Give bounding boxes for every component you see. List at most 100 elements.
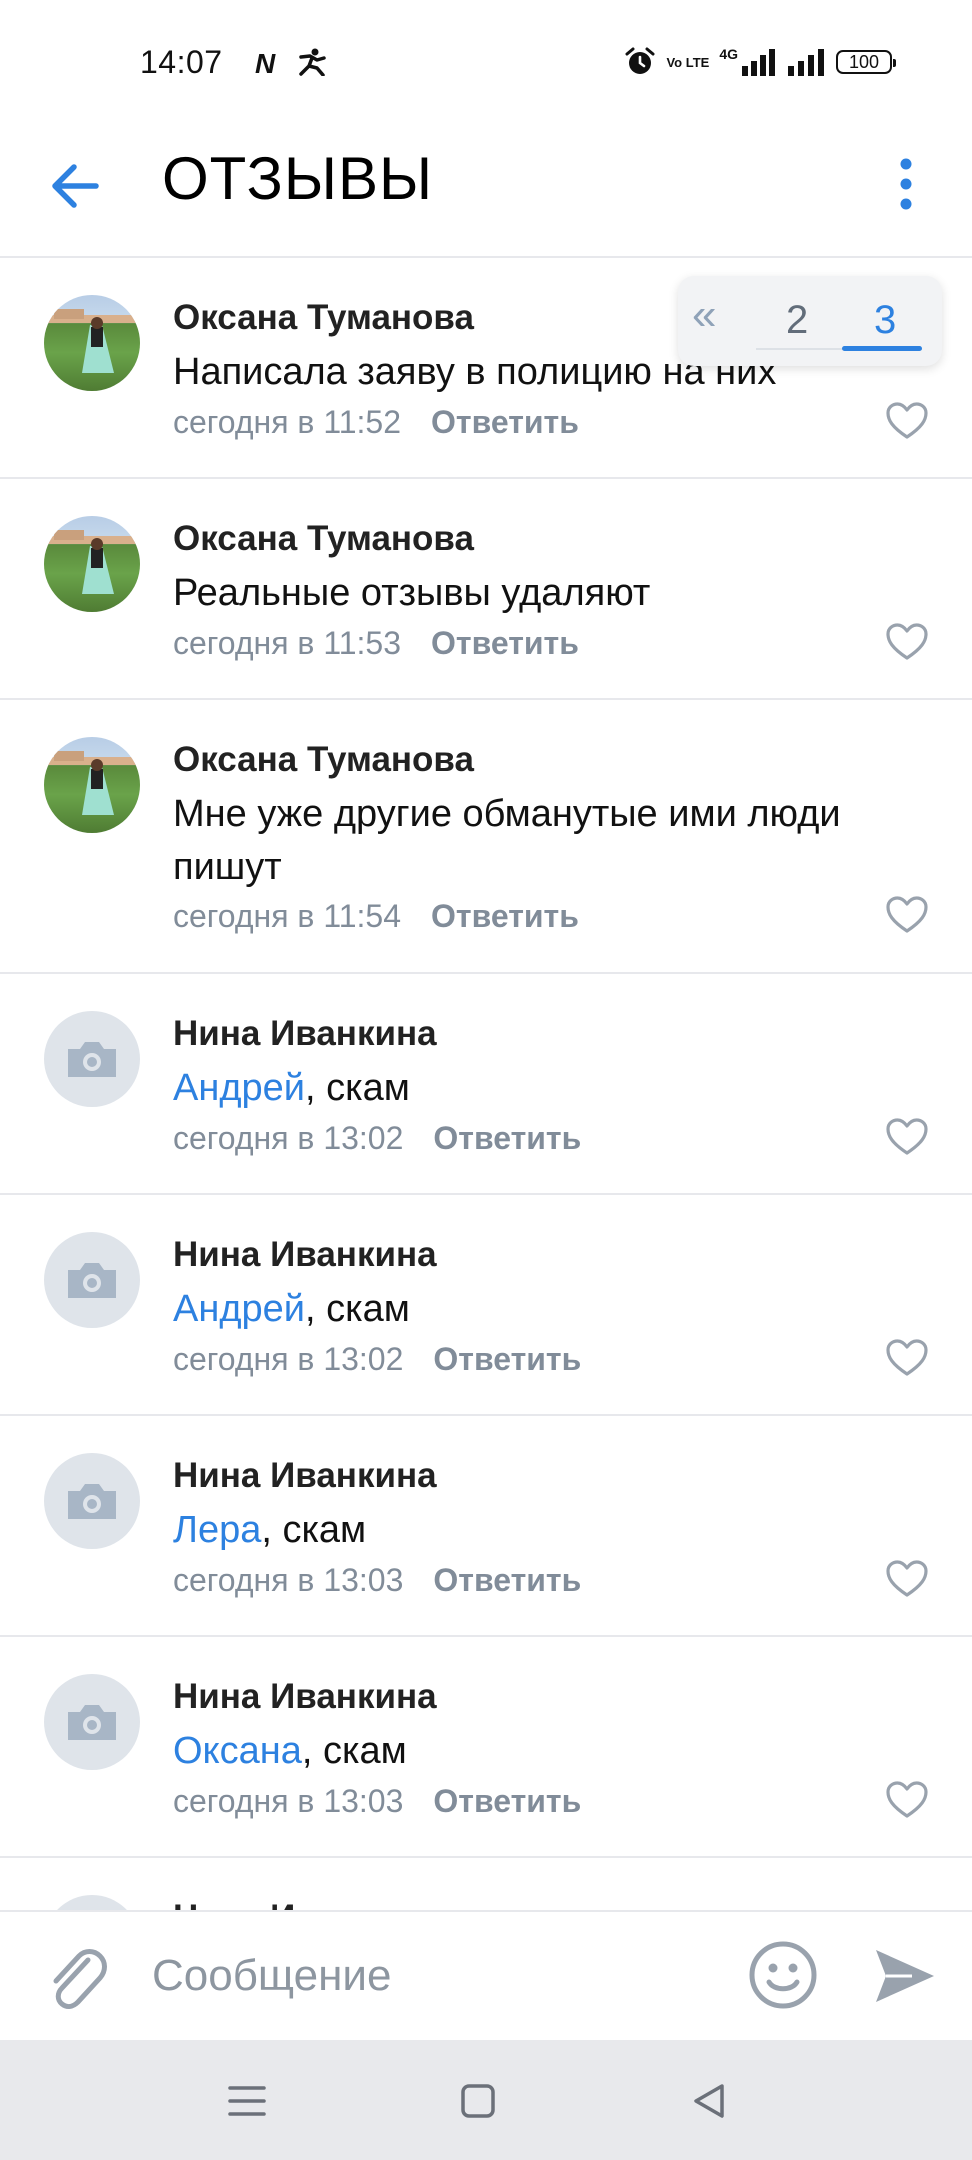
comment-item: Нина Иванкина Андрей, скам сегодня в 13:… [0, 974, 972, 1195]
comment-author[interactable]: Нина Иванкина [173, 1235, 437, 1275]
avatar[interactable] [44, 1674, 140, 1770]
battery-indicator: 100 [836, 50, 896, 74]
avatar[interactable] [44, 1232, 140, 1328]
comment-author[interactable]: Оксана Туманова [173, 519, 474, 559]
comment-author[interactable]: Нина Иванкина [173, 1898, 437, 1910]
reply-button[interactable]: Ответить [431, 898, 579, 934]
comment-meta: сегодня в 11:53 Ответить [173, 625, 579, 662]
reply-button[interactable]: Ответить [433, 1341, 581, 1377]
heart-icon[interactable] [886, 896, 928, 934]
comment-item: Нина Иванкина Андрей, скам сегодня в 13:… [0, 1195, 972, 1416]
comment-author[interactable]: Нина Иванкина [173, 1677, 437, 1717]
comment-meta: сегодня в 13:02 Ответить [173, 1341, 581, 1378]
heart-icon[interactable] [886, 1118, 928, 1156]
page-2-button[interactable]: 2 [786, 298, 808, 343]
system-nav-bar [0, 2040, 972, 2160]
header: ОТЗЫВЫ [0, 130, 972, 258]
mention-link[interactable]: Оксана [173, 1730, 302, 1772]
signal-4g-icon [742, 49, 775, 76]
camera-icon [68, 1042, 116, 1077]
comment-time: сегодня в 13:02 [173, 1341, 404, 1377]
back-triangle-icon[interactable] [684, 2076, 734, 2126]
comment-text: Андрей, скам [173, 1283, 912, 1336]
avatar[interactable] [44, 1895, 140, 1910]
status-bar: 14:07 N Vo LTE 4G 100 [0, 0, 972, 130]
avatar[interactable] [44, 1011, 140, 1107]
comment-meta: сегодня в 13:02 Ответить [173, 1120, 581, 1157]
heart-icon[interactable] [886, 623, 928, 661]
comment-meta: сегодня в 13:03 Ответить [173, 1562, 581, 1599]
comment-author[interactable]: Оксана Туманова [173, 740, 474, 780]
comment-meta: сегодня в 11:54 Ответить [173, 898, 579, 935]
reply-button[interactable]: Ответить [433, 1120, 581, 1156]
menu-icon[interactable] [222, 2076, 272, 2126]
paperclip-icon[interactable] [44, 1942, 108, 2012]
comment-list: Оксана Туманова Написала заяву в полицию… [0, 258, 972, 1910]
smile-icon[interactable] [748, 1940, 818, 2010]
comment-text: Лера, скам [173, 1504, 912, 1557]
avatar-photo [44, 751, 140, 815]
comment-text: Оксана, скам [173, 1725, 912, 1778]
comment-author[interactable]: Оксана Туманова [173, 298, 474, 338]
comment-item: Нина Иванкина [0, 1858, 972, 1910]
comment-text-body: Мне уже другие обманутые ими люди пишут [173, 793, 841, 888]
runner-icon [299, 48, 326, 76]
comment-item: Нина Иванкина Лера, скам сегодня в 13:03… [0, 1416, 972, 1637]
reply-button[interactable]: Ответить [431, 625, 579, 661]
reply-button[interactable]: Ответить [431, 404, 579, 440]
page-title: ОТЗЫВЫ [162, 145, 434, 212]
comment-author[interactable]: Нина Иванкина [173, 1014, 437, 1054]
comment-time: сегодня в 11:52 [173, 404, 402, 440]
camera-icon [68, 1263, 116, 1298]
avatar-photo [44, 309, 140, 373]
arrow-left-icon[interactable] [46, 156, 106, 216]
page-switcher: « 2 3 [678, 276, 942, 366]
network-label: 4G [719, 46, 738, 62]
comment-text-body: Реальные отзывы удаляют [173, 572, 651, 614]
camera-icon [68, 1484, 116, 1519]
double-chevron-left-icon[interactable]: « [692, 290, 716, 340]
comment-text-body: , скам [301, 1730, 407, 1772]
status-right: Vo LTE 4G 100 [624, 46, 896, 78]
compose-bar [0, 1910, 972, 2042]
volte-icon: Vo LTE [666, 54, 710, 70]
comment-meta: сегодня в 13:03 Ответить [173, 1783, 581, 1820]
comment-item: Оксана Туманова Мне уже другие обманутые… [0, 700, 972, 974]
home-square-icon[interactable] [453, 2076, 503, 2126]
comment-item: Оксана Туманова Реальные отзывы удаляют … [0, 479, 972, 700]
alarm-icon [625, 47, 655, 74]
avatar[interactable] [44, 516, 140, 612]
comment-meta: сегодня в 11:52 Ответить [173, 404, 579, 441]
camera-icon [68, 1705, 116, 1740]
more-vertical-icon[interactable] [888, 154, 924, 214]
heart-icon[interactable] [886, 1781, 928, 1819]
comment-time: сегодня в 13:03 [173, 1783, 404, 1819]
active-page-indicator [842, 346, 922, 351]
comment-time: сегодня в 11:54 [173, 898, 402, 934]
heart-icon[interactable] [886, 402, 928, 440]
comment-time: сегодня в 13:02 [173, 1120, 404, 1156]
comment-text: Мне уже другие обманутые ими люди пишут [173, 788, 912, 894]
signal-icon [788, 49, 824, 76]
heart-icon[interactable] [886, 1560, 928, 1598]
reply-button[interactable]: Ответить [433, 1562, 581, 1598]
avatar-photo [44, 530, 140, 594]
comment-text: Реальные отзывы удаляют [173, 567, 912, 620]
reply-button[interactable]: Ответить [433, 1783, 581, 1819]
mention-link[interactable]: Андрей [173, 1288, 305, 1330]
mention-link[interactable]: Андрей [173, 1067, 305, 1109]
comment-text-body: , скам [305, 1067, 410, 1109]
avatar[interactable] [44, 737, 140, 833]
status-time: 14:07 [140, 44, 223, 80]
page-3-button[interactable]: 3 [874, 298, 896, 343]
send-icon[interactable] [872, 1946, 936, 2006]
heart-icon[interactable] [886, 1339, 928, 1377]
mention-link[interactable]: Лера [173, 1509, 261, 1551]
comment-item: Нина Иванкина Оксана, скам сегодня в 13:… [0, 1637, 972, 1858]
comment-text: Андрей, скам [173, 1062, 912, 1115]
comment-author[interactable]: Нина Иванкина [173, 1456, 437, 1496]
comment-text-body: , скам [305, 1288, 410, 1330]
message-input[interactable] [152, 1946, 712, 2006]
avatar[interactable] [44, 1453, 140, 1549]
avatar[interactable] [44, 295, 140, 391]
